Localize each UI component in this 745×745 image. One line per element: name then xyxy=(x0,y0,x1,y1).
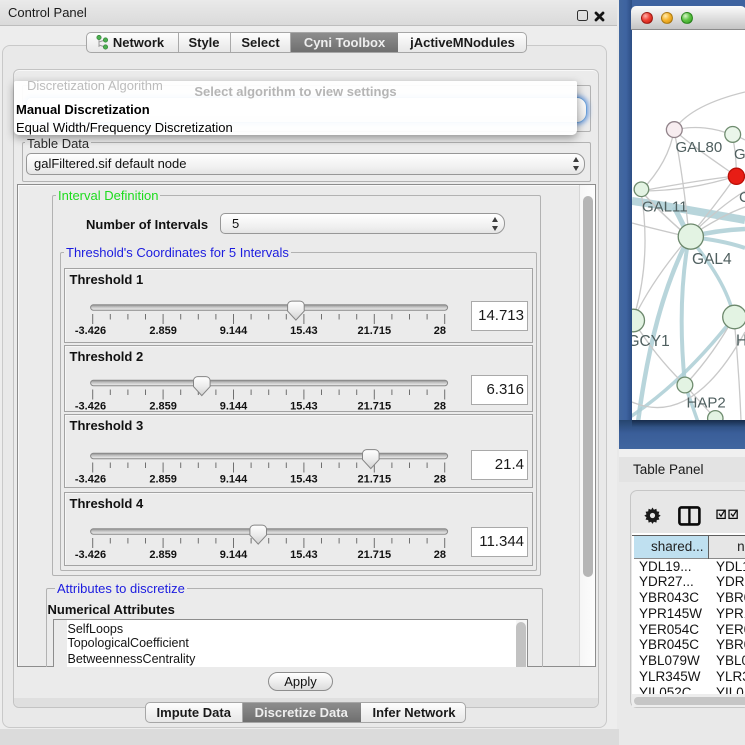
svg-text:GAL80: GAL80 xyxy=(676,139,723,156)
svg-text:-3.426: -3.426 xyxy=(74,325,105,337)
svg-text:HAP2: HAP2 xyxy=(687,395,726,412)
svg-text:21.715: 21.715 xyxy=(357,549,391,561)
svg-text:2.859: 2.859 xyxy=(149,474,177,486)
svg-text:28: 28 xyxy=(433,549,445,561)
svg-text:2.859: 2.859 xyxy=(149,401,177,413)
svg-text:15.43: 15.43 xyxy=(290,401,318,413)
svg-text:2.859: 2.859 xyxy=(149,325,177,337)
svg-text:-3.426: -3.426 xyxy=(74,474,105,486)
svg-text:28: 28 xyxy=(433,325,445,337)
svg-text:GAL4: GAL4 xyxy=(692,251,732,268)
svg-text:GA: GA xyxy=(734,146,745,163)
svg-text:9.144: 9.144 xyxy=(219,325,247,337)
svg-text:21.715: 21.715 xyxy=(357,325,391,337)
svg-text:C: C xyxy=(739,189,745,206)
svg-text:2.859: 2.859 xyxy=(149,549,177,561)
svg-text:15.43: 15.43 xyxy=(290,549,318,561)
svg-text:9.144: 9.144 xyxy=(219,549,247,561)
svg-text:21.715: 21.715 xyxy=(357,474,391,486)
svg-text:9.144: 9.144 xyxy=(219,474,247,486)
svg-text:9.144: 9.144 xyxy=(219,401,247,413)
svg-text:15.43: 15.43 xyxy=(290,474,318,486)
svg-text:15.43: 15.43 xyxy=(290,325,318,337)
svg-text:21.715: 21.715 xyxy=(357,401,391,413)
svg-text:GCY1: GCY1 xyxy=(632,333,670,350)
svg-text:H: H xyxy=(736,333,745,350)
svg-text:-3.426: -3.426 xyxy=(74,401,105,413)
svg-text:28: 28 xyxy=(433,474,445,486)
svg-text:-3.426: -3.426 xyxy=(74,549,105,561)
svg-text:GAL11: GAL11 xyxy=(642,199,688,216)
svg-text:28: 28 xyxy=(433,401,445,413)
